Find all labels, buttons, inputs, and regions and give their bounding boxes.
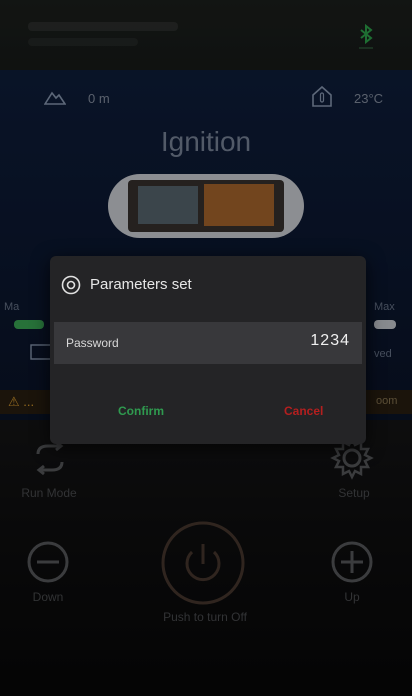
password-label: Password	[66, 336, 119, 350]
confirm-button[interactable]: Confirm	[118, 404, 164, 418]
app-screen: 0 m 23°C Ignition Ma Max ved ⚠ ... oom R…	[0, 0, 412, 696]
password-input[interactable]: 1234	[310, 332, 350, 350]
parameters-dialog: Parameters set Password 1234 Confirm Can…	[50, 256, 366, 444]
settings-icon	[61, 275, 81, 295]
cancel-button[interactable]: Cancel	[284, 404, 323, 418]
password-field[interactable]: Password 1234	[54, 322, 362, 364]
dialog-title: Parameters set	[90, 276, 192, 293]
